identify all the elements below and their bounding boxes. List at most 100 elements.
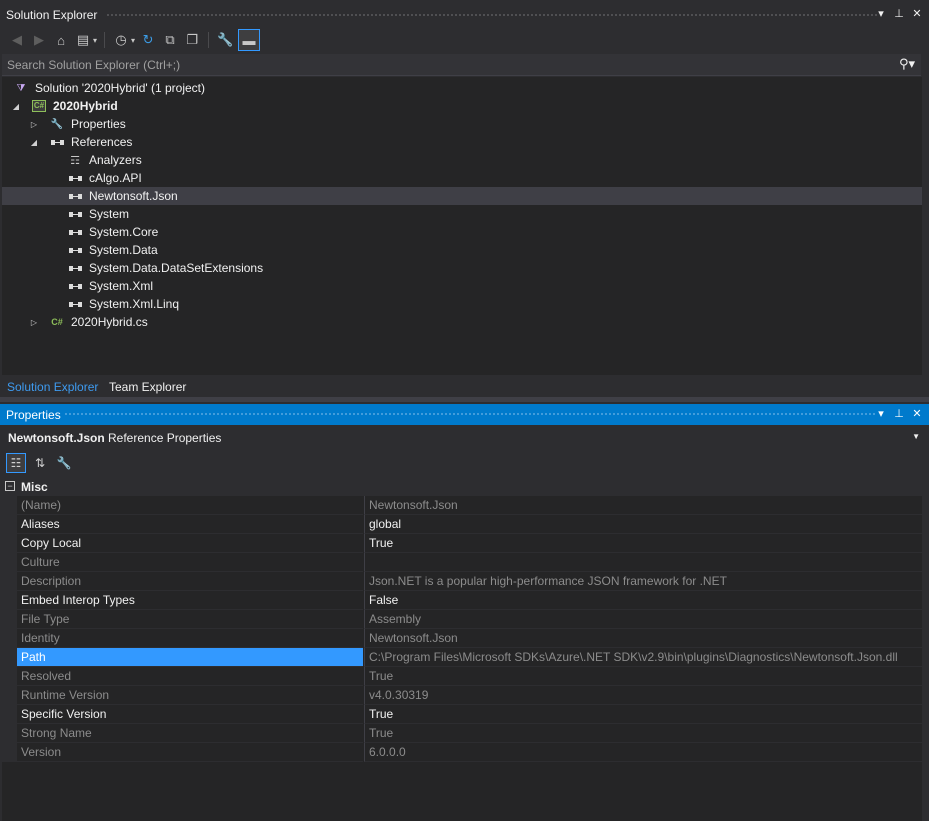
property-name-cell[interactable]: Description: [17, 572, 363, 591]
property-value-cell[interactable]: Newtonsoft.Json: [364, 629, 923, 648]
property-value-cell[interactable]: True: [364, 534, 923, 553]
property-name-cell[interactable]: Version: [17, 743, 363, 762]
property-name-cell[interactable]: Runtime Version: [17, 686, 363, 705]
property-row[interactable]: Runtime Version v4.0.30319: [2, 686, 923, 705]
tab-team-explorer[interactable]: Team Explorer: [109, 380, 186, 394]
property-name-cell[interactable]: Culture: [17, 553, 363, 572]
property-row[interactable]: Culture: [2, 553, 923, 572]
tree-item-reference[interactable]: cAlgo.API: [2, 169, 922, 187]
properties-wrench-icon[interactable]: 🔧: [216, 31, 234, 49]
property-value-cell[interactable]: global: [364, 515, 923, 534]
property-row[interactable]: File Type Assembly: [2, 610, 923, 629]
property-value-cell[interactable]: True: [364, 724, 923, 743]
property-value-cell[interactable]: C:\Program Files\Microsoft SDKs\Azure\.N…: [364, 648, 923, 667]
property-value-cell[interactable]: [364, 553, 923, 572]
property-value-cell[interactable]: False: [364, 591, 923, 610]
object-selector[interactable]: Newtonsoft.Json Reference Properties ▼: [2, 427, 922, 449]
property-name-cell[interactable]: File Type: [17, 610, 363, 629]
tree-item-reference[interactable]: System.Core: [2, 223, 922, 241]
property-row[interactable]: Identity Newtonsoft.Json: [2, 629, 923, 648]
property-name-cell[interactable]: Copy Local: [17, 534, 363, 553]
property-row[interactable]: Description Json.NET is a popular high-pe…: [2, 572, 923, 591]
property-row[interactable]: Path C:\Program Files\Microsoft SDKs\Azur…: [2, 648, 923, 667]
csharp-file-badge: C#: [51, 317, 63, 327]
property-pages-icon[interactable]: 🔧: [54, 453, 74, 473]
tree-item-properties[interactable]: ▷ 🔧 Properties: [2, 115, 922, 133]
collapse-all-icon[interactable]: ⧉: [161, 31, 179, 49]
alphabetical-sort-icon[interactable]: ⇅: [30, 453, 50, 473]
categorized-icon[interactable]: ☷: [6, 452, 26, 473]
property-name-cell[interactable]: Identity: [17, 629, 363, 648]
tree-item-file[interactable]: ▷ C# 2020Hybrid.cs: [2, 313, 922, 331]
search-icon[interactable]: ⚲▾: [899, 56, 915, 72]
filter-dropdown-icon[interactable]: ▾: [131, 36, 135, 45]
property-row[interactable]: Copy Local True: [2, 534, 923, 553]
property-value-cell[interactable]: Json.NET is a popular high-performance J…: [364, 572, 923, 591]
refresh-icon[interactable]: ↻: [139, 31, 157, 49]
property-row[interactable]: (Name) Newtonsoft.Json: [2, 496, 923, 515]
titlebar-grip[interactable]: [64, 412, 877, 417]
property-value-cell[interactable]: Newtonsoft.Json: [364, 496, 923, 515]
property-value[interactable]: True: [369, 707, 393, 721]
property-name-cell[interactable]: Specific Version: [17, 705, 363, 724]
property-name-cell[interactable]: Strong Name: [17, 724, 363, 743]
collapse-arrow-icon[interactable]: ◢: [11, 102, 21, 111]
tree-item-project[interactable]: ◢ C# 2020Hybrid: [2, 97, 922, 115]
forward-icon[interactable]: ▶: [30, 31, 48, 49]
tree-item-reference[interactable]: ☶ Analyzers: [2, 151, 922, 169]
property-name: Description: [21, 574, 82, 588]
tree-item-solution[interactable]: ⧩ Solution '2020Hybrid' (1 project): [2, 79, 922, 97]
property-value-cell[interactable]: 6.0.0.0: [364, 743, 923, 762]
property-value-cell[interactable]: v4.0.30319: [364, 686, 923, 705]
property-value-cell[interactable]: True: [364, 705, 923, 724]
property-value[interactable]: global: [369, 517, 401, 531]
property-name-cell[interactable]: Path: [17, 648, 363, 667]
property-value: Assembly: [369, 612, 422, 626]
preview-selected-items-icon[interactable]: ▬: [238, 29, 261, 51]
expand-arrow-icon[interactable]: ▷: [29, 120, 39, 129]
collapse-arrow-icon[interactable]: ◢: [29, 138, 39, 147]
property-row[interactable]: Specific Version True: [2, 705, 923, 724]
close-icon[interactable]: ✕: [911, 7, 923, 20]
tree-item-reference[interactable]: System.Xml: [2, 277, 922, 295]
chevron-down-icon[interactable]: ▼: [912, 432, 920, 441]
property-value-cell[interactable]: Assembly: [364, 610, 923, 629]
property-name-cell[interactable]: Aliases: [17, 515, 363, 534]
property-row[interactable]: Strong Name True: [2, 724, 923, 743]
property-value[interactable]: True: [369, 536, 393, 550]
category-misc[interactable]: − Misc: [2, 477, 922, 496]
show-all-files-icon[interactable]: ❐: [183, 31, 201, 49]
property-row[interactable]: Aliases global: [2, 515, 923, 534]
expand-arrow-icon[interactable]: ▷: [29, 318, 39, 327]
tab-solution-explorer[interactable]: Solution Explorer: [7, 380, 98, 394]
tree-item-reference[interactable]: System.Data: [2, 241, 922, 259]
property-name-cell[interactable]: Resolved: [17, 667, 363, 686]
pin-icon[interactable]: ⊥: [893, 7, 905, 20]
back-icon[interactable]: ◀: [8, 31, 26, 49]
property-name: Copy Local: [21, 536, 82, 550]
property-name-cell[interactable]: Embed Interop Types: [17, 591, 363, 610]
property-name-cell[interactable]: (Name): [17, 496, 363, 515]
switch-views-dropdown-icon[interactable]: ▾: [93, 36, 97, 45]
tree-item-reference[interactable]: System: [2, 205, 922, 223]
property-row[interactable]: Version 6.0.0.0: [2, 743, 923, 762]
pin-icon[interactable]: ⊥: [893, 407, 905, 420]
titlebar-grip[interactable]: [106, 13, 877, 18]
pending-changes-filter-icon[interactable]: ◷: [112, 31, 130, 49]
search-solution-explorer[interactable]: Search Solution Explorer (Ctrl+;) ⚲▾: [2, 54, 921, 76]
property-value[interactable]: False: [369, 593, 398, 607]
switch-views-icon[interactable]: ▤: [74, 31, 92, 49]
close-icon[interactable]: ✕: [911, 407, 923, 420]
search-input[interactable]: Search Solution Explorer (Ctrl+;): [7, 58, 180, 72]
tree-item-reference[interactable]: System.Data.DataSetExtensions: [2, 259, 922, 277]
property-row[interactable]: Embed Interop Types False: [2, 591, 923, 610]
tree-item-references[interactable]: ◢ References: [2, 133, 922, 151]
home-icon[interactable]: ⌂: [52, 31, 70, 49]
tree-item-reference-selected[interactable]: Newtonsoft.Json: [2, 187, 922, 205]
property-value-cell[interactable]: True: [364, 667, 923, 686]
collapse-box-icon[interactable]: −: [5, 481, 15, 491]
tree-item-reference[interactable]: System.Xml.Linq: [2, 295, 922, 313]
property-row[interactable]: Resolved True: [2, 667, 923, 686]
window-position-dropdown-icon[interactable]: ▾: [875, 7, 887, 20]
window-position-dropdown-icon[interactable]: ▾: [875, 407, 887, 420]
